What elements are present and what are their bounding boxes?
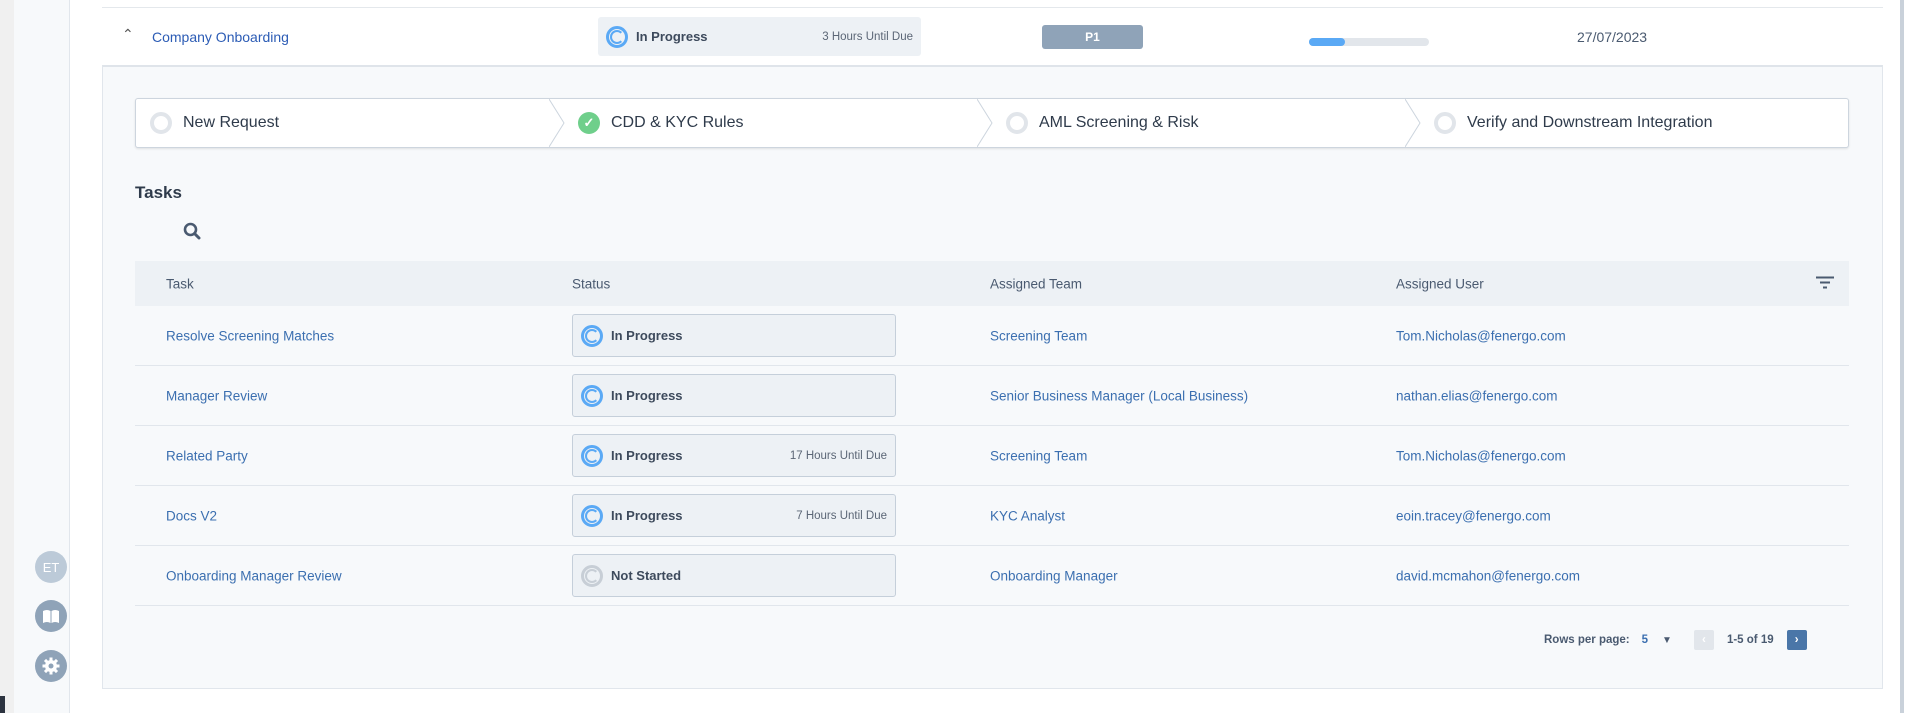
step-label: New Request — [183, 114, 280, 131]
step-new-request[interactable]: New Request — [136, 99, 565, 147]
status-label: In Progress — [611, 328, 683, 343]
book-icon[interactable] — [35, 600, 67, 632]
task-link[interactable]: Related Party — [166, 448, 248, 463]
pagination: Rows per page: 5 ▼ ‹ 1-5 of 19 › — [1544, 630, 1807, 650]
not-started-icon — [581, 564, 603, 587]
step-label: Verify and Downstream Integration — [1467, 114, 1713, 131]
filter-icon[interactable] — [1815, 275, 1835, 292]
task-link[interactable]: Manager Review — [166, 388, 267, 403]
pending-icon — [1006, 112, 1028, 134]
column-header-user[interactable]: Assigned User — [1396, 276, 1484, 291]
table-row[interactable]: Manager Review In Progress Senior Busine… — [135, 366, 1849, 426]
status-label: In Progress — [611, 448, 683, 463]
rows-per-page-label: Rows per page: — [1544, 634, 1630, 646]
status-label: In Progress — [611, 388, 683, 403]
table-header: Task Status Assigned Team Assigned User — [135, 261, 1849, 306]
collapse-chevron-icon[interactable]: ⌃ — [122, 26, 134, 43]
column-header-status[interactable]: Status — [572, 276, 610, 291]
check-icon: ✓ — [578, 112, 600, 134]
task-link[interactable]: Docs V2 — [166, 508, 217, 523]
case-date: 27/07/2023 — [1577, 29, 1648, 45]
table-row[interactable]: Related Party In Progress 17 Hours Until… — [135, 426, 1849, 486]
case-status-badge: In Progress 3 Hours Until Due — [598, 17, 921, 56]
table-row[interactable]: Docs V2 In Progress 7 Hours Until Due KY… — [135, 486, 1849, 546]
assigned-team: KYC Analyst — [990, 508, 1066, 523]
assigned-team: Screening Team — [990, 448, 1088, 463]
in-progress-icon — [606, 25, 628, 48]
gear-icon[interactable] — [35, 650, 67, 682]
in-progress-icon — [581, 384, 603, 407]
assigned-user: david.mcmahon@fenergo.com — [1396, 568, 1581, 583]
assigned-team: Senior Business Manager (Local Business) — [990, 388, 1249, 403]
in-progress-icon — [581, 504, 603, 527]
case-row[interactable]: ⌃ Company Onboarding In Progress 3 Hours… — [102, 7, 1883, 65]
status-label: Not Started — [611, 568, 682, 583]
assigned-user: Tom.Nicholas@fenergo.com — [1396, 448, 1566, 463]
step-aml-screening[interactable]: AML Screening & Risk — [992, 99, 1421, 147]
due-label: 7 Hours Until Due — [796, 509, 887, 522]
tasks-heading: Tasks — [135, 183, 182, 202]
step-label: CDD & KYC Rules — [611, 114, 744, 131]
due-label: 17 Hours Until Due — [789, 449, 887, 462]
assigned-user: Tom.Nicholas@fenergo.com — [1396, 328, 1566, 343]
table-row[interactable]: Onboarding Manager Review Not Started On… — [135, 546, 1849, 606]
case-title-link[interactable]: Company Onboarding — [152, 29, 289, 45]
task-link[interactable]: Resolve Screening Matches — [166, 328, 334, 343]
step-label: AML Screening & Risk — [1039, 114, 1199, 131]
assigned-user: eoin.tracey@fenergo.com — [1396, 508, 1551, 523]
left-strip — [0, 0, 14, 713]
pending-icon — [1434, 112, 1456, 134]
progress-fill — [1309, 38, 1345, 46]
page-range: 1-5 of 19 — [1726, 634, 1774, 646]
task-status-badge: In Progress 17 Hours Until Due — [572, 434, 896, 477]
sidebar: ET — [14, 0, 70, 713]
column-header-task[interactable]: Task — [166, 276, 194, 291]
avatar[interactable]: ET — [35, 551, 67, 583]
task-link[interactable]: Onboarding Manager Review — [166, 568, 342, 583]
task-status-badge: In Progress 7 Hours Until Due — [572, 494, 896, 537]
in-progress-icon — [581, 324, 603, 347]
next-page-button[interactable]: › — [1786, 630, 1807, 650]
in-progress-icon — [581, 444, 603, 467]
task-status-badge: Not Started — [572, 554, 896, 597]
step-verify-downstream[interactable]: Verify and Downstream Integration — [1420, 99, 1848, 147]
progress-bar — [1309, 38, 1429, 46]
task-status-badge: In Progress — [572, 374, 896, 417]
assigned-team: Onboarding Manager — [990, 568, 1118, 583]
status-label: In Progress — [636, 29, 708, 44]
due-label: 3 Hours Until Due — [822, 30, 913, 43]
pending-icon — [150, 112, 172, 134]
table-row[interactable]: Resolve Screening Matches In Progress Sc… — [135, 306, 1849, 366]
task-status-badge: In Progress — [572, 314, 896, 357]
stepper: New Request ✓ CDD & KYC Rules AML Screeni… — [135, 98, 1849, 148]
search-icon[interactable] — [183, 222, 201, 245]
dropdown-arrow-icon[interactable]: ▼ — [1662, 635, 1672, 646]
rows-per-page-select[interactable]: 5 — [1642, 634, 1648, 646]
prev-page-button[interactable]: ‹ — [1693, 630, 1714, 650]
step-cdd-kyc[interactable]: ✓ CDD & KYC Rules — [564, 99, 993, 147]
assigned-team: Screening Team — [990, 328, 1088, 343]
taskbar-edge — [0, 696, 5, 713]
column-header-team[interactable]: Assigned Team — [990, 276, 1082, 291]
priority-badge: P1 — [1042, 25, 1143, 49]
assigned-user: nathan.elias@fenergo.com — [1396, 388, 1558, 403]
status-label: In Progress — [611, 508, 683, 523]
scrollbar[interactable] — [1900, 0, 1904, 713]
